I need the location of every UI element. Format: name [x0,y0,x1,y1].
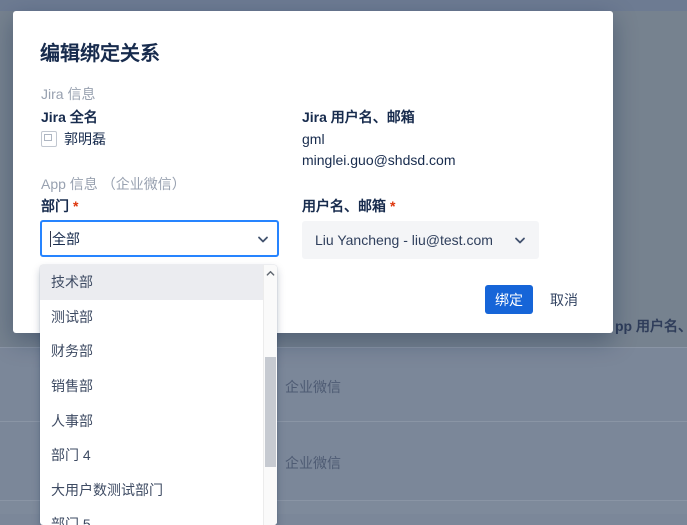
dropdown-option[interactable]: 人事部 [40,403,264,438]
image-placeholder-icon [44,134,52,141]
chevron-down-icon [257,233,269,245]
jira-username-value: gml [302,131,325,147]
text-cursor [50,231,51,247]
jira-fullname-value: 郭明磊 [64,129,106,149]
dropdown-option[interactable]: 测试部 [40,300,264,335]
jira-email-value: minglei.guo@shdsd.com [302,152,456,168]
background-top-band [0,0,687,11]
dropdown-option[interactable]: 大用户数测试部门 [40,473,264,508]
department-combobox[interactable]: 全部 [40,220,279,257]
dropdown-scrollbar[interactable] [263,265,277,525]
required-mark: * [390,198,395,214]
cancel-button[interactable]: 取消 [541,285,587,314]
department-dropdown-list: 技术部测试部财务部销售部人事部部门 4大用户数测试部门部门 5 [40,265,264,525]
app-section-label: App 信息 （企业微信） [41,174,186,194]
user-select-value: Liu Yancheng - liu@test.com [315,232,514,248]
avatar-icon [41,131,57,147]
department-label: 部门* [41,196,78,216]
user-select[interactable]: Liu Yancheng - liu@test.com [302,221,539,259]
chevron-down-icon [514,234,526,246]
required-mark: * [73,198,78,214]
table-cell-app-type: 企业微信 [285,377,341,397]
jira-fullname-label: Jira 全名 [41,107,98,127]
jira-section-label: Jira 信息 [41,84,95,104]
table-header-app-username: pp 用户名、 [615,316,687,336]
dialog-title: 编辑绑定关系 [40,37,160,66]
bind-button[interactable]: 绑定 [485,285,533,314]
chevron-up-icon [266,269,275,278]
dropdown-option[interactable]: 部门 4 [40,438,264,473]
department-dropdown: 技术部测试部财务部销售部人事部部门 4大用户数测试部门部门 5 [40,265,277,525]
dropdown-option[interactable]: 财务部 [40,334,264,369]
dropdown-option[interactable]: 技术部 [40,265,264,300]
jira-fullname-value-row: 郭明磊 [41,129,106,149]
scrollbar-up-button[interactable] [264,265,277,282]
table-cell-app-type: 企业微信 [285,453,341,473]
jira-user-email-label: Jira 用户名、邮箱 [302,107,415,127]
scrollbar-thumb[interactable] [265,357,276,467]
department-combobox-value: 全部 [52,229,257,249]
user-email-label: 用户名、邮箱* [302,196,395,216]
dropdown-option[interactable]: 销售部 [40,369,264,404]
dropdown-option[interactable]: 部门 5 [40,507,264,525]
